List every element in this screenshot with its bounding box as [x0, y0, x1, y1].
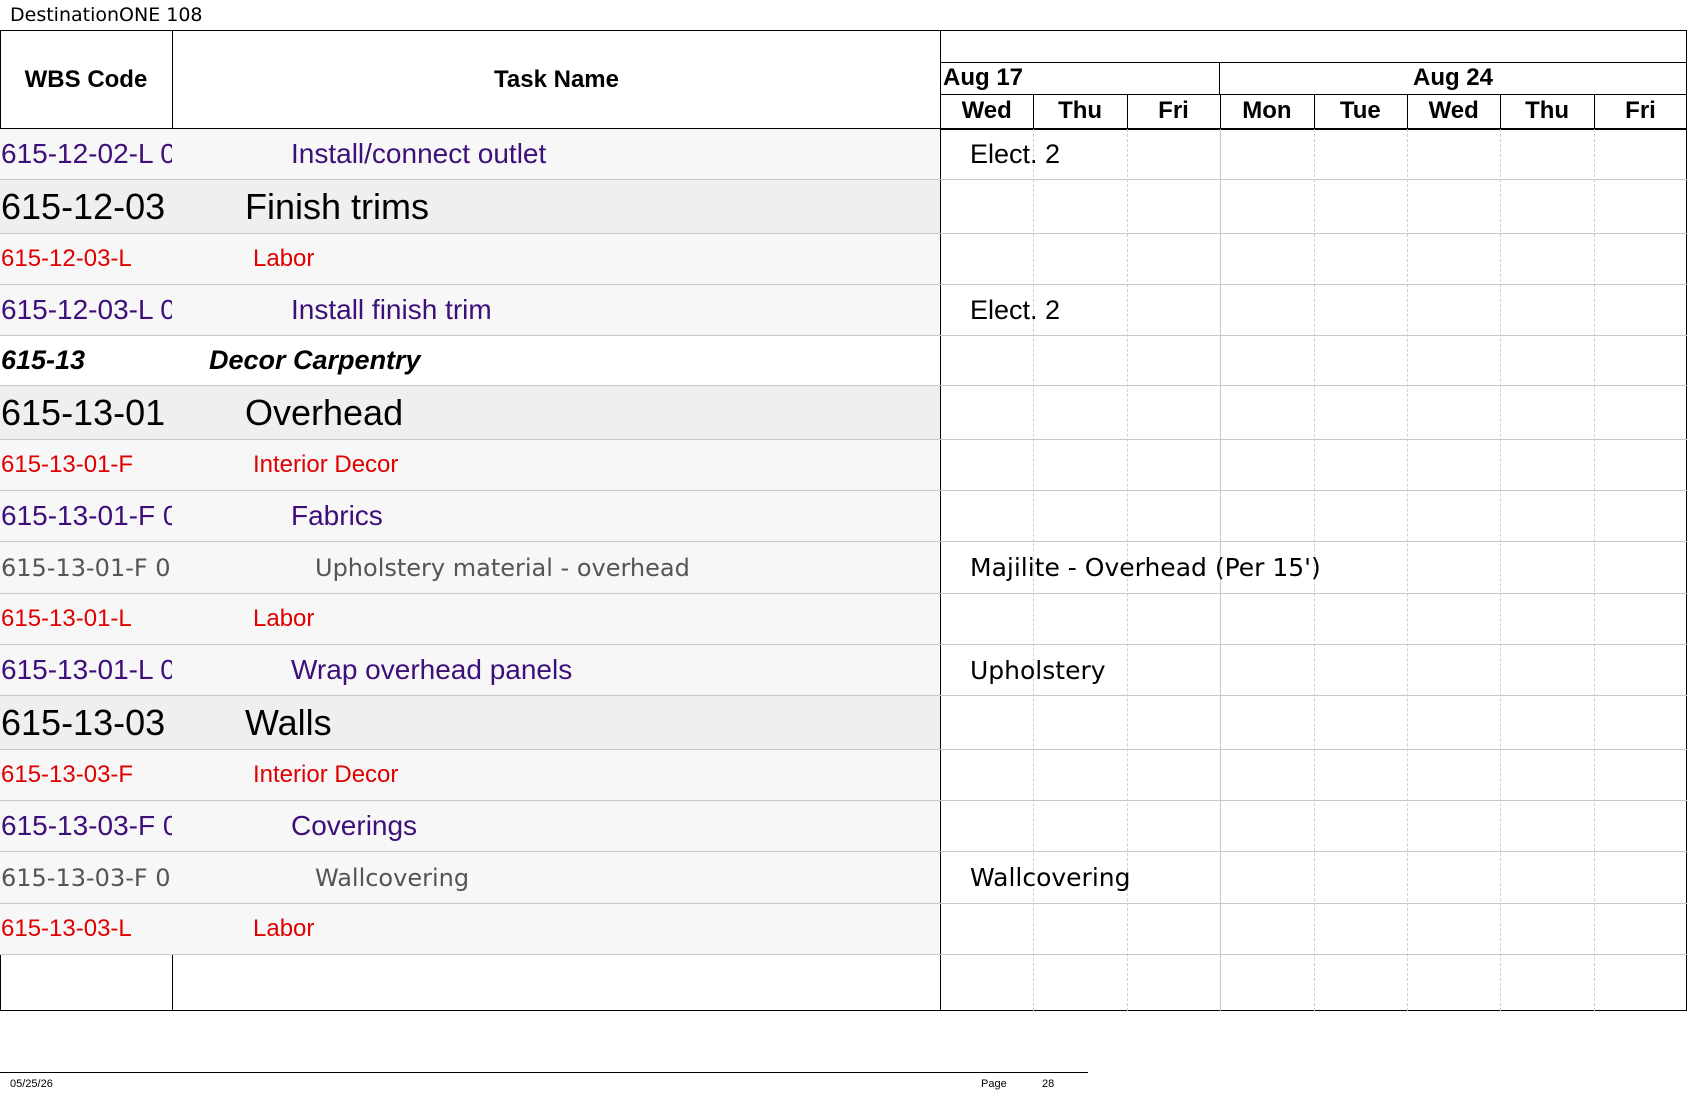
task-name-cell: Labor: [253, 915, 315, 942]
document-title: DestinationONE 108: [10, 4, 203, 26]
task-name-cell: Labor: [253, 245, 315, 272]
task-name-cell: Wrap overhead panels: [291, 654, 573, 685]
wbs-code-cell: 615-13-03-F 01 01: [1, 863, 172, 892]
task-name-cell: Upholstery material - overhead: [315, 553, 690, 582]
table-row[interactable]: 615-12-03-L Labor: [0, 234, 1687, 285]
table-row[interactable]: 615-13-03-F Interior Decor: [0, 750, 1687, 801]
table-row[interactable]: 615-13-01-F 01 01 Upholstery material - o…: [0, 542, 1687, 594]
wbs-code-cell: 615-13-03-L: [1, 915, 132, 942]
wbs-code-cell: 615-13-01-L 01: [1, 654, 172, 685]
gantt-resource-label: [940, 904, 1687, 954]
schedule-grid: WBS Code Task Name Aug 17 Aug 24 Wed Thu F…: [0, 30, 1687, 1011]
table-row[interactable]: 615-13-01-F Interior Decor: [0, 440, 1687, 491]
header-task-name: Task Name: [494, 65, 619, 93]
table-row[interactable]: 615-12-03-L 01 Install finish trim Elect. …: [0, 285, 1687, 336]
gantt-resource-label: [940, 750, 1687, 800]
table-row[interactable]: 615-13-01 Overhead: [0, 386, 1687, 440]
table-row[interactable]: 615-13-01-L Labor: [0, 594, 1687, 645]
gantt-resource-label: Majilite - Overhead (Per 15'): [970, 553, 1321, 582]
wbs-code-cell: 615-12-03: [1, 185, 166, 227]
gantt-resource-label: [940, 336, 1687, 385]
table-row[interactable]: 615-12-03 Finish trims: [0, 180, 1687, 234]
wbs-code-cell: 615-12-03-L 01: [1, 294, 172, 325]
wbs-code-cell: 615-12-03-L: [1, 245, 132, 272]
wbs-code-cell: 615-13-01-L: [1, 605, 132, 632]
task-name-cell: Wallcovering: [315, 863, 470, 892]
gantt-resource-label: Elect. 2: [970, 138, 1061, 169]
header-wbs-code: WBS Code: [24, 65, 148, 93]
day-label-4: Tue: [1339, 97, 1381, 124]
task-name-cell: Interior Decor: [253, 451, 399, 478]
gantt-resource-label: [940, 801, 1687, 851]
task-name-cell: Labor: [253, 605, 315, 632]
footer-date: 05/25/26: [10, 1078, 53, 1090]
day-label-1: Thu: [1058, 97, 1103, 124]
gantt-resource-label: [940, 180, 1687, 233]
task-name-cell: Overhead: [245, 391, 404, 433]
gantt-resource-label: Wallcovering: [970, 863, 1131, 892]
wbs-code-cell: 615-13-03-F 01: [1, 810, 172, 841]
task-name-cell: Decor Carpentry: [209, 345, 421, 375]
wbs-code-cell: 615-12-02-L 01: [1, 138, 172, 169]
wbs-code-cell: 615-13-03: [1, 701, 166, 743]
gantt-header: Aug 17 Aug 24 Wed Thu Fri Mon Tue Wed Thu Fri: [940, 30, 1687, 130]
table-row[interactable]: 615-13-01-F 01 Fabrics: [0, 491, 1687, 542]
gantt-resource-label: [940, 594, 1687, 644]
table-row[interactable]: 615-13-03-F 01 01 Wallcovering Wallcoverin…: [0, 852, 1687, 904]
table-row[interactable]: 615-13-03-F 01 Coverings: [0, 801, 1687, 852]
day-label-7: Fri: [1625, 97, 1656, 124]
day-label-2: Fri: [1158, 97, 1189, 124]
task-name-cell: Interior Decor: [253, 761, 399, 788]
week-label-aug-24: Aug 24: [1412, 64, 1493, 91]
wbs-code-cell: 615-13-01-F 01 01: [1, 553, 172, 582]
gantt-resource-label: [940, 234, 1687, 284]
footer-page-number: 28: [1042, 1078, 1055, 1090]
table-row[interactable]: 615-13-01-L 01 Wrap overhead panels Uphols…: [0, 645, 1687, 696]
task-name-cell: Finish trims: [245, 185, 430, 227]
task-name-cell: Install/connect outlet: [291, 138, 547, 169]
task-name-cell: Coverings: [291, 810, 418, 841]
wbs-code-cell: 615-13: [1, 345, 86, 375]
week-label-aug-17: Aug 17: [943, 64, 1024, 91]
day-label-0: Wed: [961, 97, 1012, 124]
wbs-code-cell: 615-13-03-F: [1, 761, 134, 788]
wbs-code-cell: 615-13-01-F 01: [1, 500, 172, 531]
task-name-cell: Walls: [245, 701, 332, 743]
day-label-5: Wed: [1428, 97, 1479, 124]
footer-rule: [0, 1072, 1088, 1073]
task-name-cell: Fabrics: [291, 500, 383, 531]
task-name-cell: Install finish trim: [291, 294, 492, 325]
wbs-code-cell: 615-13-01-F: [1, 451, 134, 478]
gantt-resource-label: [940, 696, 1687, 749]
footer-page-label: Page: [981, 1078, 1007, 1090]
gantt-resource-label: [940, 440, 1687, 490]
gantt-resource-label: [940, 491, 1687, 541]
wbs-code-cell: 615-13-01: [1, 391, 166, 433]
day-label-3: Mon: [1242, 97, 1292, 124]
table-row[interactable]: 615-12-02-L 01 Install/connect outlet Elec…: [0, 129, 1687, 180]
table-row[interactable]: 615-13-03-L Labor: [0, 904, 1687, 955]
day-label-6: Thu: [1525, 97, 1570, 124]
gantt-resource-label: Upholstery: [970, 655, 1106, 685]
table-row[interactable]: 615-13 Decor Carpentry: [0, 336, 1687, 386]
gantt-resource-label: Elect. 2: [970, 294, 1061, 325]
table-row[interactable]: 615-13-03 Walls: [0, 696, 1687, 750]
gantt-resource-label: [940, 386, 1687, 439]
